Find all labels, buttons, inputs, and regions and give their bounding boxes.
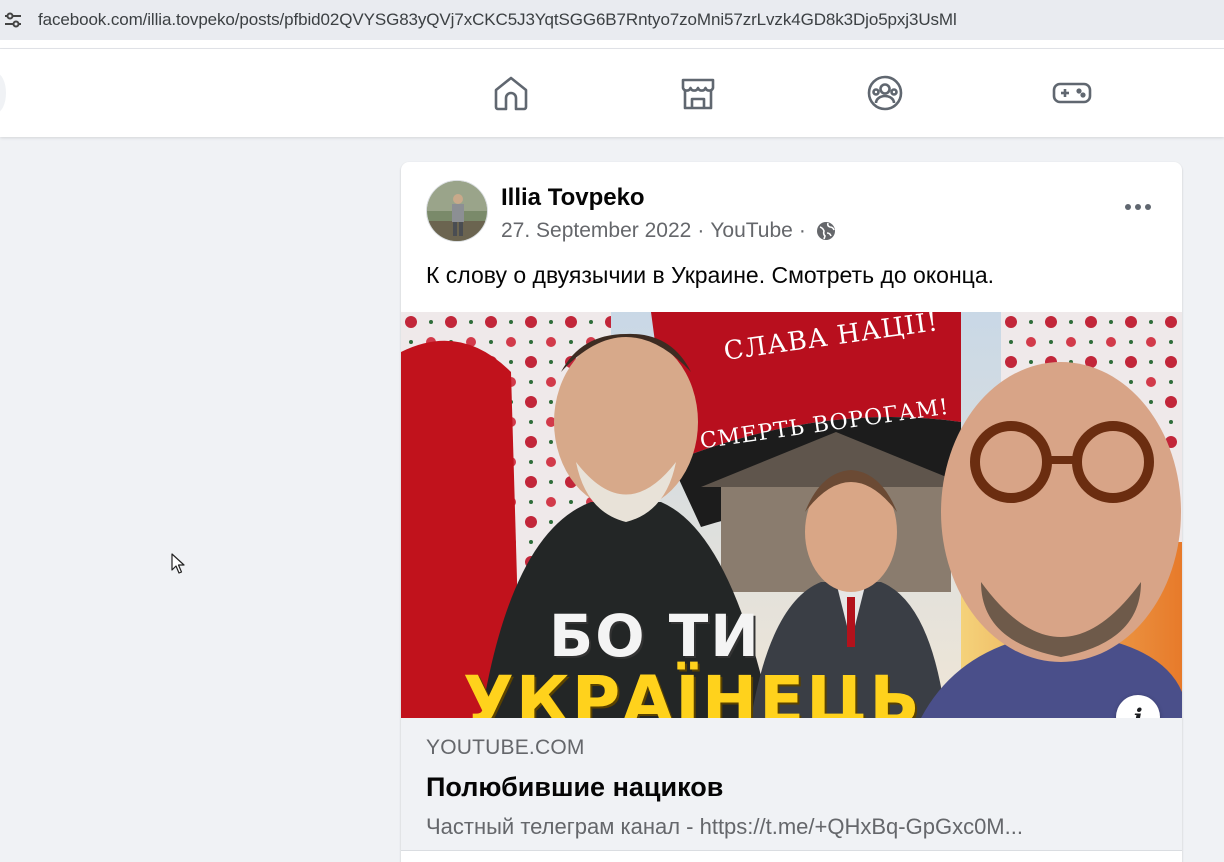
globe-icon[interactable] (816, 221, 836, 241)
home-icon[interactable] (491, 73, 531, 113)
address-bar[interactable]: facebook.com/illia.tovpeko/posts/pfbid02… (0, 0, 1224, 40)
link-description: Частный телеграм канал - https://t.me/+Q… (426, 814, 1023, 839)
post-text: К слову о двуязычии в Украине. Смотреть … (426, 262, 995, 288)
divider (401, 850, 1182, 851)
marketplace-icon[interactable] (678, 73, 718, 113)
post-source: YouTube (710, 219, 793, 242)
search-button-stub[interactable] (0, 73, 6, 113)
dot-icon (1135, 204, 1141, 210)
author-name[interactable]: Illia Tovpeko (501, 184, 645, 212)
url-text[interactable]: facebook.com/illia.tovpeko/posts/pfbid02… (38, 10, 957, 30)
tune-icon[interactable] (0, 0, 26, 40)
post-card: Illia Tovpeko 27. September 2022 · YouTu… (401, 162, 1182, 862)
dot-icon (1145, 204, 1151, 210)
top-navigation (0, 49, 1224, 137)
meta-separator: · (697, 219, 705, 242)
more-options-button[interactable] (1118, 192, 1158, 222)
meta-separator: · (798, 219, 806, 242)
post-meta: 27. September 2022 · YouTube · (501, 219, 836, 243)
dot-icon (1125, 204, 1131, 210)
thumbnail-caption-line1: БО ТИ (549, 602, 761, 670)
groups-icon[interactable] (865, 73, 905, 113)
link-title: Полюбившие нациков (426, 772, 724, 802)
thumbnail-caption-line2: УКРАЇНЕЦЬ (463, 662, 922, 718)
post-date[interactable]: 27. September 2022 (501, 219, 691, 243)
gaming-icon[interactable] (1052, 73, 1092, 113)
avatar[interactable] (426, 180, 488, 242)
link-preview[interactable]: YOUTUBE.COM Полюбившие нациков Частный т… (401, 718, 1182, 850)
mouse-cursor-icon (171, 553, 187, 580)
link-domain: YOUTUBE.COM (426, 736, 585, 759)
browser-divider (0, 40, 1224, 49)
video-thumbnail[interactable]: СЛАВА НАЦІЇ! СМЕРТЬ ВОРОГАМ! БО ТИ УКРАЇ… (401, 312, 1182, 718)
